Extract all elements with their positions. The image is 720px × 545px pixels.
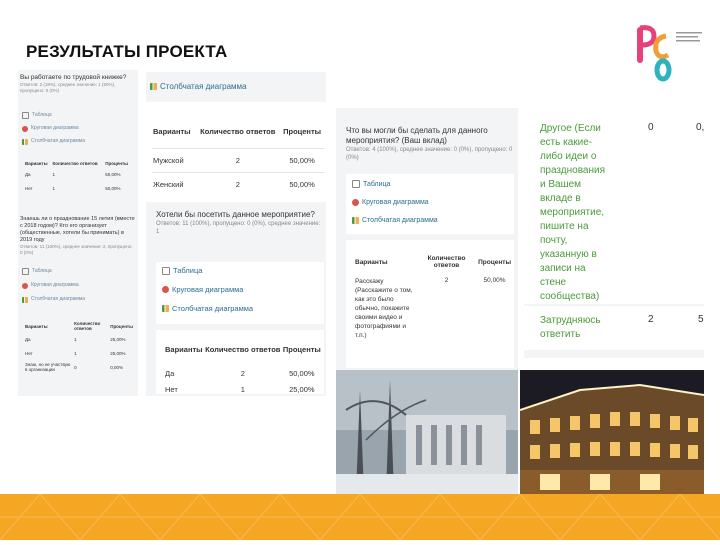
bar-chart-icon (162, 305, 169, 312)
col-header: Варианты (165, 344, 203, 354)
table-row: Нет 1 25,00% (25, 350, 126, 356)
col-header: Проценты (282, 344, 321, 354)
link-bar-chart[interactable]: Столбчатая диаграмма (22, 138, 132, 145)
left-question-1: Вы работаете по трудовой книжке? Ответов… (20, 74, 136, 94)
link-pie-chart[interactable]: Круговая диаграмма (352, 199, 512, 206)
link-bar-chart[interactable]: Столбчатая диаграмма (22, 296, 132, 303)
col-header: Варианты (355, 258, 388, 266)
rso-logo (636, 18, 706, 82)
question-stats: Ответов: 2 (18%), среднее значение: 1 (5… (20, 82, 116, 93)
table-row: Нет 1 25,00% (165, 384, 315, 394)
question-text: Что вы могли бы сделать для данного меро… (346, 126, 488, 145)
col-header: Количество ответов (52, 161, 98, 166)
left-links-1: Таблица Круговая диаграмма Столбчатая ди… (22, 112, 132, 145)
col-header: Проценты (105, 161, 129, 166)
night-building-photo (519, 370, 705, 494)
table-row: Да 1 25,00% (25, 336, 126, 342)
pie-chart-icon (22, 125, 28, 132)
table-icon (352, 180, 360, 188)
table-icon (162, 266, 170, 275)
link-table[interactable]: Таблица (352, 180, 512, 188)
link-bar-chart[interactable]: Столбчатая диаграмма (150, 82, 246, 91)
pie-chart-icon (352, 199, 359, 206)
col-header: Проценты (478, 258, 511, 266)
question-text: Знаешь ли о празднование 15 летия (вмест… (20, 216, 135, 243)
left-table-2: Варианты Количество ответов Проценты Да … (24, 320, 134, 374)
link-bar-chart[interactable]: Столбчатая диаграмма (162, 304, 322, 313)
col-header: Проценты (283, 127, 322, 137)
link-pie-chart[interactable]: Круговая диаграмма (22, 282, 132, 289)
link-table[interactable]: Таблица (22, 268, 132, 275)
question-stats: Ответов: 4 (100%), среднее значение: 0 (… (346, 147, 513, 161)
answer-undecided-percent: 5 (698, 314, 704, 325)
table-row: Знаю, но не участвую в организации 0 0,0… (25, 362, 123, 372)
table-row: Расскажу (Расскажите о том, как это было… (355, 277, 506, 339)
bar-chart-icon (22, 296, 28, 303)
answer-undecided: Затрудняюсь ответить (540, 315, 601, 340)
table-icon (22, 112, 29, 119)
col-header: Количество ответов (205, 344, 281, 354)
right-table: Варианты Количество ответов Проценты Рас… (354, 248, 512, 341)
col-header: Варианты (25, 323, 48, 329)
right-links: Таблица Круговая диаграмма Столбчатая ди… (352, 180, 512, 224)
answer-other: Другое (Если есть какие-либо идеи о праз… (540, 123, 605, 302)
answer-other-count: 0 (648, 122, 654, 133)
table-row: Да 1 50,00% (25, 171, 121, 177)
link-bar-chart[interactable]: Столбчатая диаграмма (352, 217, 512, 224)
middle-question: Хотели бы посетить данное мероприятие? О… (156, 210, 321, 236)
table-row: Нет 1 50,00% (25, 185, 121, 191)
question-stats: Ответов: 11 (100%), пропущено: 0 (0%), с… (156, 221, 321, 235)
answer-other-percent: 0, (696, 122, 705, 133)
link-pie-chart[interactable]: Круговая диаграмма (22, 125, 132, 132)
answer-undecided-count: 2 (648, 314, 654, 325)
col-header: Варианты (153, 127, 191, 137)
gender-table: Варианты Количество ответов Проценты Муж… (152, 116, 324, 196)
left-links-2: Таблица Круговая диаграмма Столбчатая ди… (22, 268, 132, 303)
left-table-1: Варианты Количество ответов Проценты Да … (24, 160, 132, 195)
col-header: Проценты (110, 323, 133, 329)
link-pie-chart[interactable]: Круговая диаграмма (162, 285, 322, 294)
left-question-2: Знаешь ли о празднование 15 летия (вмест… (20, 216, 136, 256)
col-header: Количество ответов (427, 255, 466, 269)
bar-chart-icon (22, 138, 28, 145)
link-table[interactable]: Таблица (162, 266, 322, 275)
slide-title: РЕЗУЛЬТАТЫ ПРОЕКТА (26, 42, 228, 61)
table-row: Мужской 2 50,00% (152, 148, 324, 172)
pie-chart-icon (22, 282, 28, 289)
footer-band (0, 493, 720, 541)
col-header: Количество ответов (74, 321, 101, 331)
table-icon (22, 268, 29, 275)
pie-chart-icon (162, 286, 169, 293)
col-header: Варианты (25, 161, 48, 166)
bar-chart-icon (352, 217, 359, 224)
question-text: Вы работаете по трудовой книжке? (20, 74, 127, 81)
question-text: Хотели бы посетить данное мероприятие? (156, 210, 315, 219)
link-table[interactable]: Таблица (22, 112, 132, 119)
winter-building-photo (336, 370, 518, 494)
bar-chart-icon (150, 83, 157, 90)
middle-links: Таблица Круговая диаграмма Столбчатая ди… (162, 266, 322, 313)
col-header: Количество ответов (200, 127, 276, 137)
visit-table: Варианты Количество ответов Проценты Да … (164, 334, 322, 396)
right-question: Что вы могли бы сделать для данного меро… (346, 126, 514, 162)
table-row: Женский 2 50,00% (152, 172, 324, 196)
table-row: Да 2 50,00% (165, 368, 315, 378)
question-stats: Ответов: 11 (100%), среднее значение: 2,… (20, 244, 133, 255)
